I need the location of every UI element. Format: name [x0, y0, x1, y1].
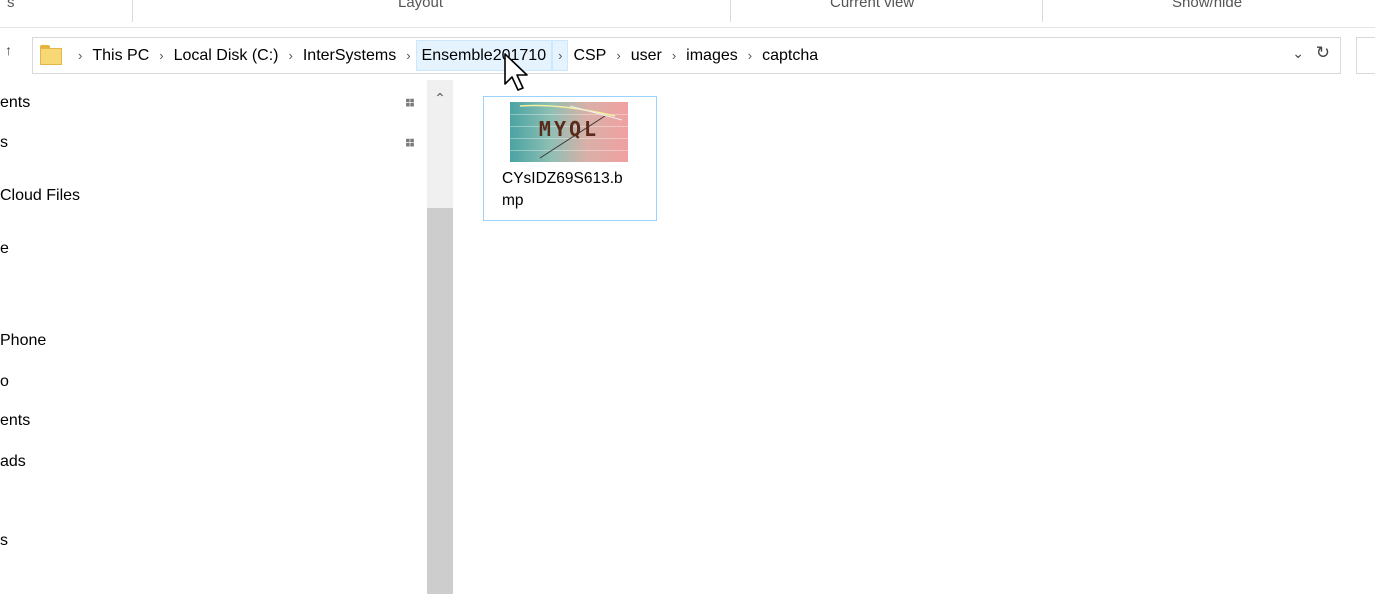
ribbon-divider [1042, 0, 1043, 22]
pin-icon[interactable]: ❖ [399, 132, 421, 155]
nav-item-pictures[interactable]: s [0, 134, 8, 152]
refresh-icon[interactable]: ↻ [1316, 43, 1330, 63]
ribbon-group-label: s [7, 0, 15, 11]
breadcrumb-captcha[interactable]: captcha [757, 40, 823, 71]
ribbon-divider [730, 0, 731, 22]
file-name: CYsIDZ69S613.b mp [502, 168, 652, 212]
breadcrumb-user[interactable]: user [626, 40, 667, 71]
ribbon-divider [132, 0, 133, 22]
nav-item-desktop[interactable]: o [0, 373, 9, 391]
breadcrumb-this-pc[interactable]: This PC [87, 40, 154, 71]
ribbon-group-current-view: Current view [830, 0, 915, 11]
breadcrumb-csp[interactable]: CSP [568, 40, 611, 71]
breadcrumb-separator[interactable]: › [552, 40, 569, 71]
nav-item-downloads[interactable]: ads [0, 453, 26, 471]
breadcrumb-separator[interactable]: › [611, 40, 625, 71]
folder-icon [40, 45, 64, 65]
breadcrumb-separator[interactable]: › [667, 40, 681, 71]
breadcrumb-images[interactable]: images [681, 40, 743, 71]
file-name-line-1: CYsIDZ69S613.b [502, 170, 623, 187]
nav-pane-scrollbar[interactable]: ⌃ [427, 80, 453, 594]
scroll-up-icon[interactable]: ⌃ [427, 90, 453, 107]
file-item[interactable]: MYQL CYsIDZ69S613.b mp [483, 96, 657, 221]
file-name-line-2: mp [502, 192, 524, 209]
search-input[interactable] [1356, 37, 1375, 74]
breadcrumb-separator[interactable]: › [401, 40, 415, 71]
breadcrumb-separator[interactable]: › [284, 40, 298, 71]
breadcrumb-separator[interactable]: › [73, 40, 87, 71]
ribbon-group-show-hide: Show/hide [1172, 0, 1243, 11]
scroll-thumb[interactable] [427, 208, 453, 594]
ribbon-group-labels: s Layout Current view Show/hide [0, 0, 1375, 28]
pin-icon[interactable]: ❖ [399, 92, 421, 115]
breadcrumb-local-disk[interactable]: Local Disk (C:) [169, 40, 284, 71]
mouse-cursor-icon [504, 53, 528, 91]
bmp-thumbnail-image: MYQL [510, 102, 628, 162]
navigation-pane: ents ❖ s ❖ Cloud Files e Phone o ents ad… [0, 80, 427, 594]
captcha-text: MYQL [538, 117, 600, 141]
up-arrow-icon[interactable]: ↑ [5, 42, 12, 58]
nav-item-videos[interactable]: s [0, 532, 8, 550]
breadcrumb-separator[interactable]: › [743, 40, 757, 71]
breadcrumb: › This PC › Local Disk (C:) › InterSyste… [73, 38, 823, 73]
chevron-down-icon[interactable]: ⌄ [1292, 45, 1304, 62]
ribbon-group-layout: Layout [398, 0, 444, 11]
nav-item-onedrive[interactable]: e [0, 240, 9, 258]
nav-item-documents-2[interactable]: ents [0, 412, 30, 430]
address-bar[interactable]: › This PC › Local Disk (C:) › InterSyste… [32, 37, 1341, 74]
nav-item-cloud-files[interactable]: Cloud Files [0, 187, 80, 205]
nav-item-phone[interactable]: Phone [0, 332, 46, 350]
nav-item-documents[interactable]: ents [0, 94, 30, 112]
breadcrumb-intersystems[interactable]: InterSystems [298, 40, 401, 71]
breadcrumb-ensemble201710[interactable]: Ensemble201710 [415, 40, 553, 71]
breadcrumb-separator[interactable]: › [154, 40, 168, 71]
